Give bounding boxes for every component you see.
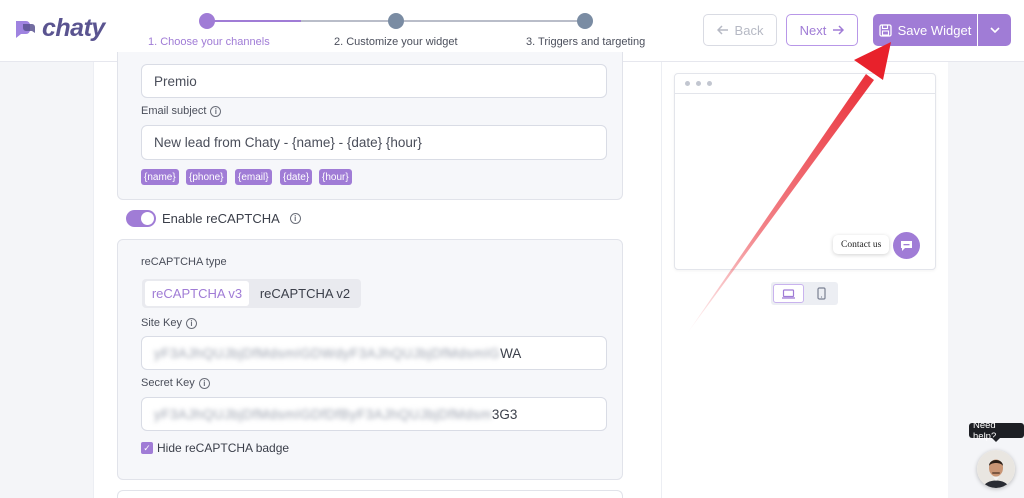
step-connector — [404, 20, 578, 22]
recaptcha-toggle-label: Enable reCAPTCHA i — [162, 211, 301, 226]
info-icon[interactable]: i — [198, 377, 210, 389]
step-2-dot[interactable] — [388, 13, 404, 29]
recaptcha-v2-option[interactable]: reCAPTCHA v2 — [255, 281, 355, 306]
hide-badge-checkbox-row[interactable]: ✓ Hide reCAPTCHA badge — [141, 441, 289, 455]
arrow-right-icon — [833, 25, 845, 35]
browser-dot — [685, 81, 690, 86]
mobile-preview-button[interactable] — [806, 284, 837, 303]
help-agent-avatar[interactable] — [977, 450, 1015, 488]
email-subject-input[interactable]: New lead from Chaty - {name} - {date} {h… — [141, 125, 607, 160]
recaptcha-toggle-text: Enable reCAPTCHA — [162, 211, 280, 226]
desktop-preview-button[interactable] — [773, 284, 804, 303]
recaptcha-v3-option[interactable]: reCAPTCHA v3 — [145, 281, 249, 306]
secret-key-text: Secret Key — [141, 377, 195, 389]
step-3-label[interactable]: 3. Triggers and targeting — [526, 36, 645, 48]
step-3-dot[interactable] — [577, 13, 593, 29]
site-key-redacted: yF3AJhQUJbjDfMdsmIGDWdyF3AJhQUJbjDfMdsmI… — [154, 345, 501, 361]
secret-key-redacted: yF3AJhQUJbjDfMdsmIGDfDfByF3AJhQUJbjDfMds… — [154, 406, 492, 422]
next-section-card — [117, 490, 623, 498]
tag-email[interactable]: {email} — [235, 169, 272, 185]
need-help-tooltip[interactable]: Need help? — [969, 420, 1024, 442]
step-1-label[interactable]: 1. Choose your channels — [148, 36, 270, 48]
email-subject-label: Email subject i — [141, 105, 222, 117]
info-icon[interactable]: i — [210, 105, 222, 117]
tag-name[interactable]: {name} — [141, 169, 179, 185]
device-preview-toggle — [771, 282, 838, 305]
step-connector-done — [214, 20, 301, 22]
browser-dot — [696, 81, 701, 86]
arrow-left-icon — [716, 25, 728, 35]
save-label: Save Widget — [897, 22, 972, 38]
back-label: Back — [734, 22, 764, 38]
site-key-input[interactable]: yF3AJhQUJbjDfMdsmIGDWdyF3AJhQUJbjDfMdsmI… — [141, 336, 607, 370]
name-input[interactable]: Premio — [141, 64, 607, 98]
tag-date[interactable]: {date} — [280, 169, 313, 185]
contact-us-tooltip[interactable]: Contact us — [833, 235, 890, 254]
secret-key-input[interactable]: yF3AJhQUJbjDfMdsmIGDfDfByF3AJhQUJbjDfMds… — [141, 397, 607, 431]
step-2-label[interactable]: 2. Customize your widget — [334, 36, 458, 48]
tag-hour[interactable]: {hour} — [319, 169, 352, 185]
recaptcha-type-selector: reCAPTCHA v3 reCAPTCHA v2 — [142, 279, 361, 308]
recaptcha-toggle[interactable] — [126, 210, 156, 227]
chevron-down-icon — [989, 27, 1000, 33]
site-key-text: Site Key — [141, 317, 182, 329]
step-connector — [301, 20, 389, 22]
email-subject-text: Email subject — [141, 105, 207, 117]
hide-badge-label: Hide reCAPTCHA badge — [157, 441, 290, 455]
save-icon — [878, 23, 892, 37]
hide-badge-checkbox[interactable]: ✓ — [141, 442, 153, 454]
info-icon[interactable]: i — [289, 213, 301, 224]
site-key-visible: WA — [500, 345, 522, 361]
mobile-icon — [817, 287, 826, 300]
recaptcha-type-label: reCAPTCHA type — [141, 256, 227, 268]
agent-photo-icon — [977, 450, 1015, 488]
chat-widget-button[interactable] — [893, 232, 920, 259]
save-options-dropdown[interactable] — [978, 14, 1011, 46]
secret-key-visible: 3G3 — [491, 406, 518, 422]
laptop-icon — [782, 288, 795, 299]
browser-toolbar — [675, 74, 935, 94]
secret-key-label: Secret Key i — [141, 377, 210, 389]
next-label: Next — [799, 22, 827, 38]
info-icon[interactable]: i — [185, 317, 197, 329]
step-1-dot[interactable] — [199, 13, 215, 29]
chat-icon — [901, 240, 912, 251]
site-key-label: Site Key i — [141, 317, 197, 329]
browser-dot — [707, 81, 712, 86]
save-widget-button[interactable]: Save Widget — [873, 14, 977, 46]
next-button[interactable]: Next — [786, 14, 858, 46]
tag-phone[interactable]: {phone} — [186, 169, 227, 185]
back-button[interactable]: Back — [703, 14, 777, 46]
